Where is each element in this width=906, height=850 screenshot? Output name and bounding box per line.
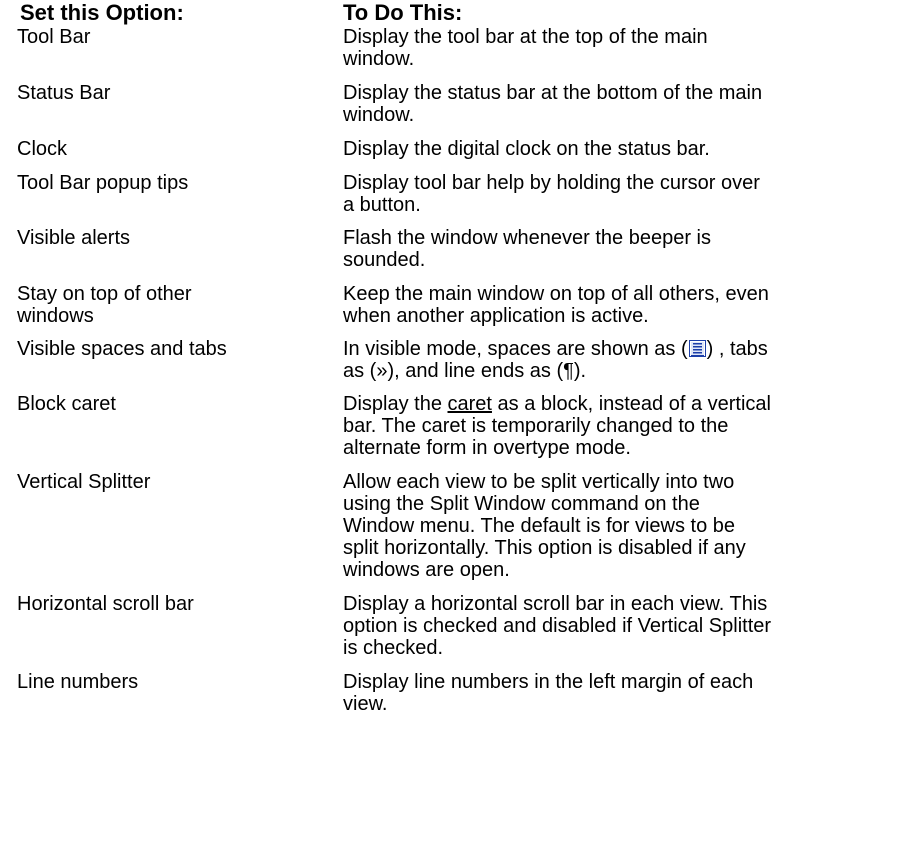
option-description: Display tool bar help by holding the cur… bbox=[343, 172, 760, 216]
option-label: Visible spaces and tabs bbox=[17, 338, 227, 360]
table-row: Stay on top of other windows Keep the ma… bbox=[17, 283, 897, 338]
visible-space-icon bbox=[688, 340, 706, 357]
table-row: Tool Bar Display the tool bar at the top… bbox=[17, 26, 897, 82]
options-table: Set this Option: To Do This: Tool Bar Di… bbox=[17, 0, 897, 727]
option-description: Display a horizontal scroll bar in each … bbox=[343, 593, 772, 659]
table-row: Block caret Display the caret as a block… bbox=[17, 393, 897, 471]
table-row: Status Bar Display the status bar at the… bbox=[17, 82, 897, 138]
option-description: In visible mode, spaces are shown as () … bbox=[343, 338, 773, 393]
option-description: Display line numbers in the left margin … bbox=[343, 671, 754, 715]
option-label: Stay on top of other windows bbox=[17, 283, 192, 327]
option-label: Tool Bar popup tips bbox=[17, 172, 189, 194]
option-description: Allow each view to be split vertically i… bbox=[343, 471, 746, 581]
caret-link[interactable]: caret bbox=[448, 393, 492, 415]
option-label: Visible alerts bbox=[17, 227, 131, 249]
header-option: Set this Option: bbox=[20, 0, 184, 25]
description-text: In visible mode, spaces are shown as ( bbox=[343, 338, 688, 360]
option-description: Flash the window whenever the beeper is … bbox=[343, 227, 711, 271]
option-description: Display the status bar at the bottom of … bbox=[343, 82, 763, 126]
option-label: Horizontal scroll bar bbox=[17, 593, 194, 615]
table-row: Clock Display the digital clock on the s… bbox=[17, 138, 897, 172]
option-description: Keep the main window on top of all other… bbox=[343, 283, 769, 327]
option-label: Block caret bbox=[17, 393, 116, 415]
table-row: Line numbers Display line numbers in the… bbox=[17, 671, 897, 727]
option-label: Line numbers bbox=[17, 671, 139, 693]
table-row: Vertical Splitter Allow each view to be … bbox=[17, 471, 897, 593]
option-description: Display the tool bar at the top of the m… bbox=[343, 26, 708, 70]
option-label: Vertical Splitter bbox=[17, 471, 151, 493]
table-header: Set this Option: To Do This: bbox=[17, 0, 897, 26]
description-text: Display the bbox=[343, 393, 448, 415]
option-description: Display the digital clock on the status … bbox=[343, 138, 710, 160]
table-row: Visible spaces and tabs In visible mode,… bbox=[17, 338, 897, 393]
table-row: Visible alerts Flash the window whenever… bbox=[17, 227, 897, 283]
option-label: Status Bar bbox=[17, 82, 111, 104]
option-description: Display the caret as a block, instead of… bbox=[343, 393, 773, 471]
option-label: Tool Bar bbox=[17, 26, 91, 48]
header-action: To Do This: bbox=[343, 0, 463, 25]
table-row: Horizontal scroll bar Display a horizont… bbox=[17, 593, 897, 671]
table-row: Tool Bar popup tips Display tool bar hel… bbox=[17, 172, 897, 227]
option-label: Clock bbox=[17, 138, 68, 160]
